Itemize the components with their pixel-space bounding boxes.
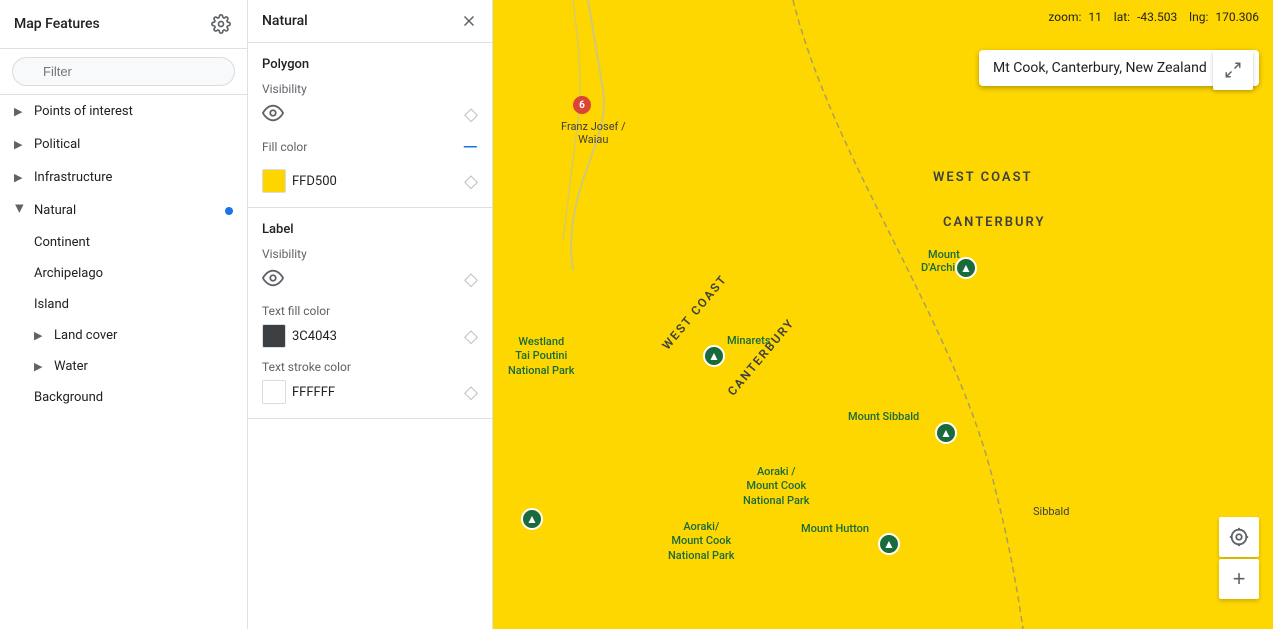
- sidebar-item-points-of-interest[interactable]: ▶ Points of interest: [0, 95, 247, 128]
- nav-item-label: Political: [34, 137, 80, 152]
- middle-panel: Natural Polygon Visibility ◇ Fill color …: [248, 0, 493, 629]
- park-label-aoraki-2: Aoraki/Mount CookNational Park: [668, 520, 735, 563]
- polygon-visibility-diamond[interactable]: ◇: [464, 104, 478, 125]
- expand-map-button[interactable]: [1213, 50, 1253, 90]
- settings-button[interactable]: [209, 12, 233, 36]
- sidebar-subitem-background[interactable]: Background: [0, 382, 247, 413]
- polygon-section-title: Polygon: [262, 57, 478, 72]
- poi-label-minarets: Minarets: [727, 334, 770, 347]
- poi-marker-sibbald: ▲: [935, 422, 957, 444]
- nav-item-label: Natural: [34, 203, 76, 218]
- polygon-section: Polygon Visibility ◇ Fill color — FFD500: [248, 43, 492, 208]
- text-fill-color-value[interactable]: 3C4043: [292, 329, 337, 344]
- sidebar-item-political[interactable]: ▶ Political: [0, 128, 247, 161]
- zoom-info: zoom: 11 lat: -43.503 lng: 170.306: [1048, 10, 1259, 24]
- region-label-canterbury-1: CANTERBURY: [943, 215, 1046, 230]
- filter-container: [0, 49, 247, 95]
- sidebar-subitem-land-cover[interactable]: ▶ Land cover: [0, 320, 247, 351]
- region-label-canterbury-2: CANTERBURY: [725, 316, 798, 399]
- expand-icon: [1224, 61, 1242, 79]
- eye-icon: [262, 267, 284, 289]
- chevron-right-icon: ▶: [14, 138, 26, 151]
- map-info-bar: zoom: 11 lat: -43.503 lng: 170.306: [1034, 0, 1273, 34]
- text-fill-diamond[interactable]: ◇: [464, 326, 478, 347]
- location-icon: [1228, 526, 1250, 548]
- sidebar: Map Features ▶ Points of interest ▶ P: [0, 0, 248, 629]
- close-button[interactable]: [460, 12, 478, 30]
- sidebar-subitem-island[interactable]: Island: [0, 289, 247, 320]
- nav-item-label: Infrastructure: [34, 170, 112, 185]
- panel-header: Natural: [248, 0, 492, 43]
- active-dot: [225, 207, 233, 215]
- eye-icon: [262, 102, 284, 124]
- chevron-right-icon: ▶: [34, 329, 46, 342]
- park-label-aoraki-1: Aoraki /Mount CookNational Park: [743, 465, 810, 508]
- region-label-westcoast-1: WEST COAST: [933, 170, 1033, 185]
- nav-item-label: Points of interest: [34, 104, 133, 119]
- sidebar-title: Map Features: [14, 16, 100, 32]
- map-controls: +: [1219, 517, 1259, 599]
- chevron-down-icon: ▶: [14, 205, 27, 217]
- my-location-button[interactable]: [1219, 517, 1259, 557]
- fill-color-value[interactable]: FFD500: [292, 174, 337, 189]
- sidebar-subitem-water[interactable]: ▶ Water: [0, 351, 247, 382]
- park-label-westland: WestlandTai PoutiniNational Park: [508, 335, 575, 378]
- zoom-in-button[interactable]: +: [1219, 559, 1259, 599]
- poi-marker-aoraki-partial: ▲: [521, 508, 543, 530]
- region-label-westcoast-2: WEST COAST: [659, 272, 730, 353]
- text-stroke-color-value[interactable]: FFFFFF: [292, 385, 335, 400]
- sub-item-label: Island: [34, 297, 69, 312]
- filter-input[interactable]: [12, 57, 235, 86]
- chevron-right-icon: ▶: [34, 360, 46, 373]
- search-value: Mt Cook, Canterbury, New Zealand: [993, 60, 1207, 76]
- text-stroke-color-row: FFFFFF ◇: [262, 380, 478, 404]
- sub-item-label: Water: [54, 359, 88, 374]
- poi-marker-darchiac: ▲: [955, 257, 977, 279]
- sub-item-label: Background: [34, 390, 103, 405]
- poi-label-sibbald: Mount Sibbald: [848, 410, 919, 423]
- sub-item-label: Continent: [34, 235, 90, 250]
- label-visibility-toggle[interactable]: [262, 267, 284, 292]
- fill-color-diamond[interactable]: ◇: [464, 171, 478, 192]
- map-area[interactable]: zoom: 11 lat: -43.503 lng: 170.306 Mt Co…: [493, 0, 1273, 629]
- gear-icon: [211, 14, 231, 34]
- fill-color-swatch[interactable]: [262, 169, 286, 193]
- label-section: Label Visibility ◇ Text fill color 3C404…: [248, 208, 492, 419]
- fill-color-dash: —: [462, 137, 478, 157]
- city-label-sibbald: Sibbald: [1033, 505, 1069, 518]
- close-icon: [460, 12, 478, 30]
- text-fill-color-row: 3C4043 ◇: [262, 324, 478, 348]
- sub-item-label: Land cover: [54, 328, 117, 343]
- visibility-label: Visibility: [262, 82, 478, 96]
- sidebar-subitem-continent[interactable]: Continent: [0, 227, 247, 258]
- text-stroke-color-label: Text stroke color: [262, 360, 478, 374]
- poi-marker-minarets: ▲: [703, 345, 725, 367]
- polygon-visibility-row: ◇: [262, 102, 478, 127]
- text-stroke-diamond[interactable]: ◇: [464, 382, 478, 403]
- text-stroke-color-swatch[interactable]: [262, 380, 286, 404]
- text-fill-color-swatch[interactable]: [262, 324, 286, 348]
- sidebar-item-natural[interactable]: ▶ Natural: [0, 194, 247, 227]
- chevron-right-icon: ▶: [14, 171, 26, 184]
- label-visibility-label: Visibility: [262, 247, 478, 261]
- poi-marker-mount-hutton: ▲: [878, 533, 900, 555]
- fill-color-label: Fill color: [262, 140, 307, 154]
- text-fill-color-label: Text fill color: [262, 304, 478, 318]
- sidebar-header: Map Features: [0, 0, 247, 49]
- sidebar-item-infrastructure[interactable]: ▶ Infrastructure: [0, 161, 247, 194]
- label-section-title: Label: [262, 222, 478, 237]
- chevron-right-icon: ▶: [14, 105, 26, 118]
- sidebar-subitem-archipelago[interactable]: Archipelago: [0, 258, 247, 289]
- panel-title: Natural: [262, 13, 308, 29]
- fill-color-row: FFD500 ◇: [262, 169, 478, 193]
- location-pin-franz-josef: 6: [573, 96, 591, 114]
- poi-label-mount-hutton: Mount Hutton: [801, 522, 869, 535]
- label-visibility-diamond[interactable]: ◇: [464, 269, 478, 290]
- sub-item-label: Archipelago: [34, 266, 103, 281]
- polygon-visibility-toggle[interactable]: [262, 102, 284, 127]
- label-visibility-row: ◇: [262, 267, 478, 292]
- city-label-franz-josef: Franz Josef /Waiau: [561, 120, 626, 146]
